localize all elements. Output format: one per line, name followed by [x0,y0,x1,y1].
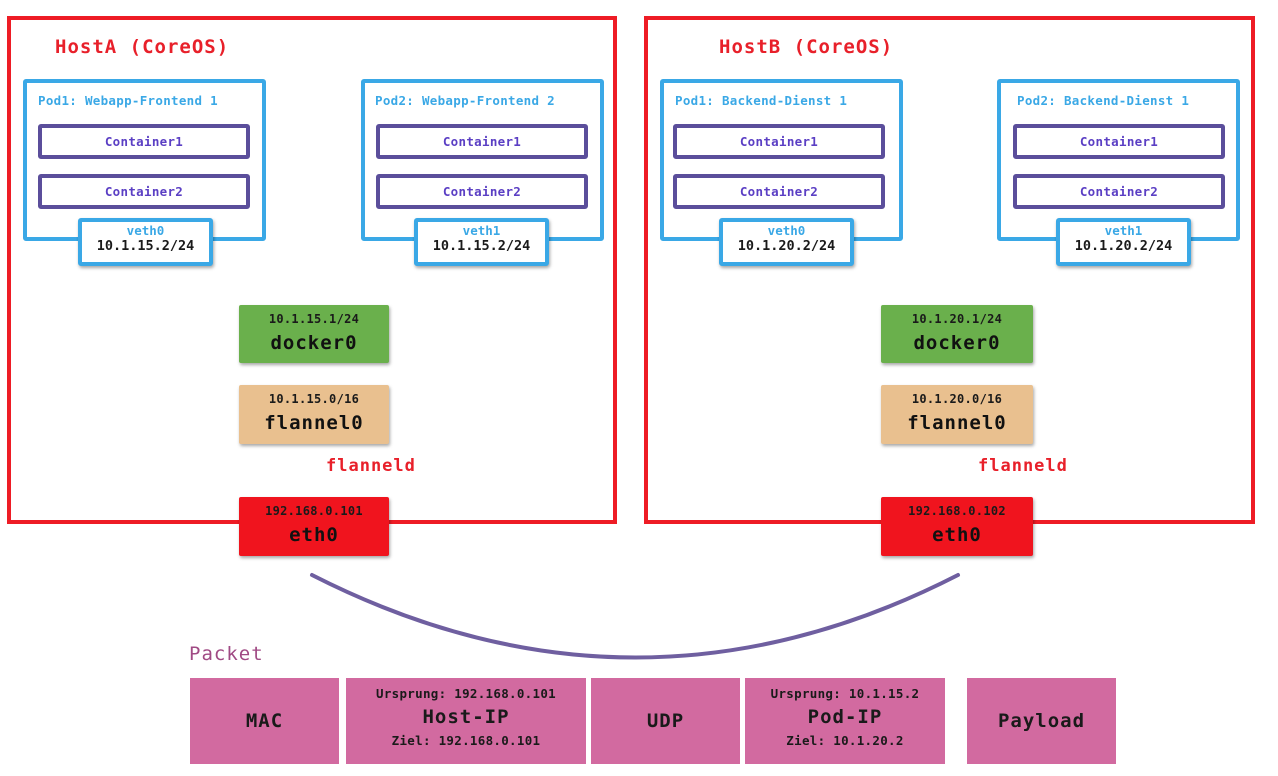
segment-source: Ursprung: 192.168.0.101 [376,686,556,701]
segment-dest: Ziel: 10.1.20.2 [786,733,904,748]
segment-source: Ursprung: 10.1.15.2 [770,686,920,701]
packet-segment-udp: UDP [591,678,740,764]
segment-dest: Ziel: 192.168.0.101 [391,733,541,748]
segment-name: MAC [245,710,284,732]
packet-segment-host-ip: Ursprung: 192.168.0.101 Host-IP Ziel: 19… [346,678,586,764]
segment-name: Payload [997,710,1086,732]
segment-name: Host-IP [422,706,510,728]
packet-segment-pod-ip: Ursprung: 10.1.15.2 Pod-IP Ziel: 10.1.20… [745,678,945,764]
arc-path [310,573,960,660]
packet-segment-payload: Payload [967,678,1116,764]
packet-segment-mac: MAC [190,678,339,764]
segment-name: Pod-IP [807,706,883,728]
packet-label: Packet [189,643,264,665]
segment-name: UDP [646,710,685,732]
